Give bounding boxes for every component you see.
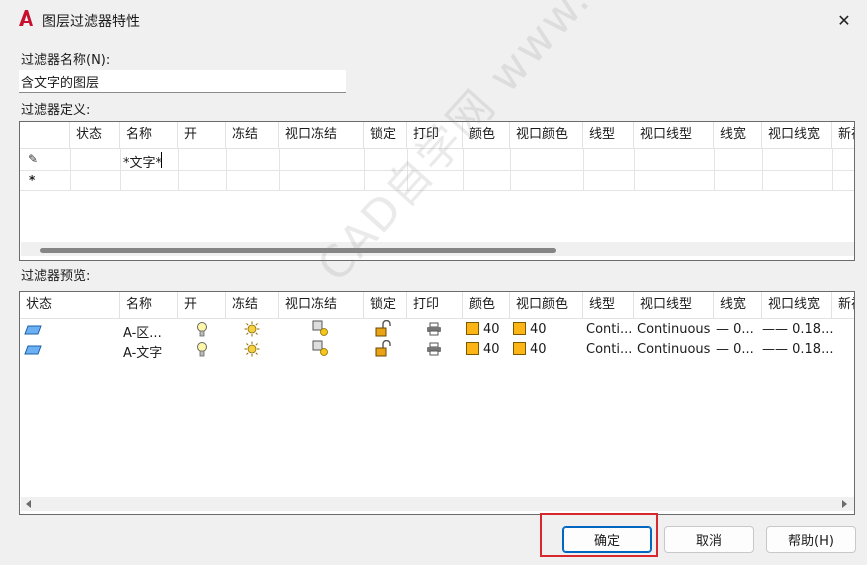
layer-name-cell[interactable]: A-文字: [123, 342, 162, 361]
layer-name-cell[interactable]: A-区...: [123, 322, 162, 341]
definition-header-status[interactable]: 状态: [70, 122, 120, 149]
definition-new-row[interactable]: *: [20, 170, 854, 190]
layer-linetype-cell[interactable]: Conti...: [586, 322, 632, 337]
viewport-thaw-icon[interactable]: [312, 320, 330, 338]
preview-header-on[interactable]: 开: [178, 292, 226, 319]
viewport-thaw-icon[interactable]: [312, 340, 330, 358]
filter-name-label: 过滤器名称(N):: [21, 53, 111, 68]
definition-header-vp-linetype[interactable]: 视口线型: [634, 122, 714, 149]
sun-thaw-icon[interactable]: [244, 321, 260, 337]
printer-icon[interactable]: [426, 342, 442, 356]
title-bar: 图层过滤器特性 ✕: [0, 0, 867, 40]
preview-header-name[interactable]: 名称: [120, 292, 178, 319]
layer-linetype-cell[interactable]: Conti...: [586, 342, 632, 357]
filter-preview-label: 过滤器预览:: [21, 269, 91, 284]
preview-header-color[interactable]: 颜色: [463, 292, 510, 319]
preview-header-freeze[interactable]: 冻结: [226, 292, 279, 319]
lightbulb-on-icon[interactable]: [196, 321, 208, 339]
layer-vp-linetype-cell[interactable]: Continuous: [637, 322, 710, 337]
definition-header-on[interactable]: 开: [178, 122, 226, 149]
definition-header-linetype[interactable]: 线型: [583, 122, 634, 149]
preview-layer-row[interactable]: A-区... 40 40 Conti... Continuous — 0... …: [20, 320, 854, 341]
color-swatch: [513, 322, 526, 335]
close-button[interactable]: ✕: [821, 0, 867, 40]
layer-vp-linetype-cell[interactable]: Continuous: [637, 342, 710, 357]
preview-header-lineweight[interactable]: 线宽: [714, 292, 762, 319]
layer-vp-lineweight-cell[interactable]: —— 0.18...: [762, 342, 833, 357]
definition-header-lineweight[interactable]: 线宽: [714, 122, 762, 149]
preview-header-lock[interactable]: 锁定: [364, 292, 407, 319]
layer-color-value: 40: [483, 342, 500, 357]
definition-header-plot[interactable]: 打印: [407, 122, 463, 149]
ok-button[interactable]: 确定: [562, 526, 652, 553]
layer-vp-color-cell[interactable]: 40: [513, 322, 547, 337]
scroll-left-arrow-icon[interactable]: [26, 500, 31, 508]
definition-header-row: 状态 名称 开 冻结 视口冻结 锁定 打印 颜色 视口颜色 线型 视口线型 线宽…: [20, 122, 854, 149]
layer-vp-lineweight-cell[interactable]: —— 0.18...: [762, 322, 833, 337]
definition-header-name[interactable]: 名称: [120, 122, 178, 149]
autocad-logo-icon: [19, 10, 33, 26]
unlocked-icon[interactable]: [374, 340, 392, 358]
preview-header-vp-linetype[interactable]: 视口线型: [634, 292, 714, 319]
preview-header-vp-color[interactable]: 视口颜色: [510, 292, 583, 319]
preview-header-new-vp[interactable]: 新视: [832, 292, 854, 319]
preview-header-linetype[interactable]: 线型: [583, 292, 634, 319]
color-swatch: [466, 342, 479, 355]
definition-scrollbar-thumb[interactable]: [40, 248, 556, 253]
scroll-right-arrow-icon[interactable]: [842, 500, 847, 508]
sun-thaw-icon[interactable]: [244, 341, 260, 357]
layer-vp-color-cell[interactable]: 40: [513, 342, 547, 357]
definition-header-new-vp[interactable]: 新视: [832, 122, 854, 149]
filter-definition-grid[interactable]: 状态 名称 开 冻结 视口冻结 锁定 打印 颜色 视口颜色 线型 视口线型 线宽…: [19, 121, 855, 261]
preview-header-plot[interactable]: 打印: [407, 292, 463, 319]
new-row-asterisk-icon: *: [29, 173, 36, 187]
layer-vp-color-value: 40: [530, 322, 547, 337]
layer-color-value: 40: [483, 322, 500, 337]
color-swatch: [513, 342, 526, 355]
cancel-button[interactable]: 取消: [664, 526, 754, 553]
lightbulb-on-icon[interactable]: [196, 341, 208, 359]
definition-header-color[interactable]: 颜色: [463, 122, 510, 149]
color-swatch: [466, 322, 479, 335]
layer-color-cell[interactable]: 40: [466, 342, 500, 357]
text-cursor: [161, 152, 162, 168]
printer-icon[interactable]: [426, 322, 442, 336]
definition-header-vp-freeze[interactable]: 视口冻结: [279, 122, 364, 149]
unlocked-icon[interactable]: [374, 320, 392, 338]
preview-header-status[interactable]: 状态: [20, 292, 120, 319]
filter-definition-label: 过滤器定义:: [21, 103, 91, 118]
definition-header-lock[interactable]: 锁定: [364, 122, 407, 149]
layer-status-icon: [24, 325, 42, 335]
preview-header-row: 状态 名称 开 冻结 视口冻结 锁定 打印 颜色 视口颜色 线型 视口线型 线宽…: [20, 292, 854, 319]
definition-header-vp-lineweight[interactable]: 视口线宽: [762, 122, 832, 149]
close-icon: ✕: [837, 10, 851, 30]
definition-row[interactable]: ✎ *文字*: [20, 150, 854, 171]
edit-pencil-icon: ✎: [28, 152, 39, 166]
preview-header-vp-lineweight[interactable]: 视口线宽: [762, 292, 832, 319]
help-button[interactable]: 帮助(H): [766, 526, 856, 553]
layer-lineweight-cell[interactable]: — 0...: [716, 342, 754, 357]
definition-header-freeze[interactable]: 冻结: [226, 122, 279, 149]
definition-header-rowmarker: [20, 122, 70, 149]
layer-status-icon: [24, 345, 42, 355]
layer-color-cell[interactable]: 40: [466, 322, 500, 337]
definition-name-cell[interactable]: *文字*: [123, 152, 162, 171]
filter-preview-grid[interactable]: 状态 名称 开 冻结 视口冻结 锁定 打印 颜色 视口颜色 线型 视口线型 线宽…: [19, 291, 855, 515]
definition-header-vp-color[interactable]: 视口颜色: [510, 122, 583, 149]
preview-layer-row[interactable]: A-文字 40 40 Conti... Continuous — 0... ——…: [20, 340, 854, 361]
filter-name-input[interactable]: [19, 70, 346, 93]
window-title: 图层过滤器特性: [42, 14, 140, 30]
layer-lineweight-cell[interactable]: — 0...: [716, 322, 754, 337]
layer-vp-color-value: 40: [530, 342, 547, 357]
preview-header-vp-freeze[interactable]: 视口冻结: [279, 292, 364, 319]
preview-horizontal-scrollbar[interactable]: [21, 497, 854, 511]
